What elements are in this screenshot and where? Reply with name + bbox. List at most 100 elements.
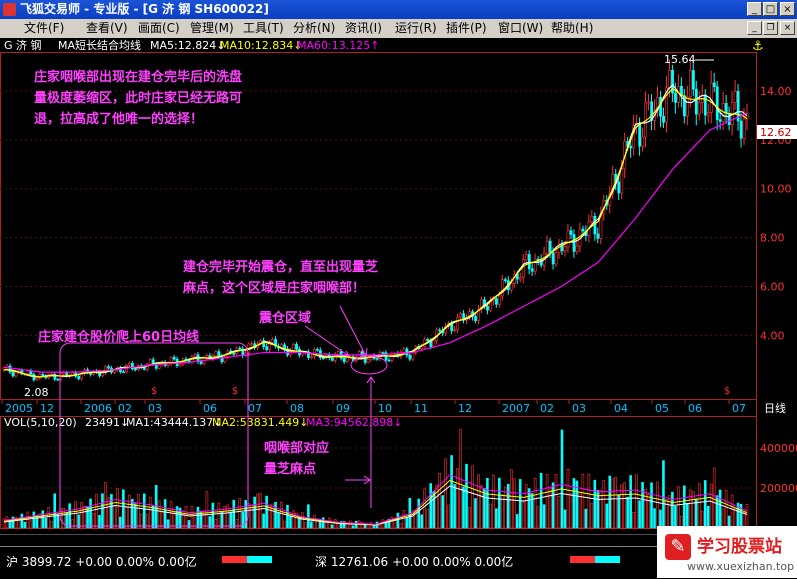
- candle: [727, 112, 731, 125]
- candle: [456, 316, 460, 331]
- menu-screen[interactable]: 画面(C): [138, 19, 180, 38]
- volume-bar: [142, 493, 146, 529]
- volume-bar: [515, 514, 519, 529]
- volume-bar: [122, 489, 125, 529]
- candle: [321, 357, 325, 359]
- candle: [662, 115, 665, 123]
- candle: [495, 298, 498, 305]
- candle: [26, 370, 30, 375]
- sh-index[interactable]: 沪 3899.72 +0.00 0.00% 0.00亿: [6, 553, 197, 570]
- vol-ma1: MA1:43444.137↓: [126, 416, 222, 429]
- candle: [271, 339, 275, 343]
- period-label[interactable]: 日线: [764, 401, 786, 415]
- volume-bar: [274, 501, 277, 529]
- candle: [509, 283, 513, 291]
- candle: [498, 295, 501, 305]
- signal-marker-icon: $: [151, 386, 157, 397]
- mdi-restore-button[interactable]: ❐: [763, 21, 778, 35]
- volume-bar: [53, 493, 57, 529]
- candle: [62, 372, 66, 375]
- menu-plugins[interactable]: 插件(P): [446, 19, 487, 38]
- x-tick-label: 2007: [502, 402, 530, 415]
- close-button[interactable]: ×: [780, 2, 795, 16]
- x-tick-label: 02: [118, 402, 132, 415]
- candle: [459, 313, 463, 318]
- maximize-button[interactable]: □: [763, 2, 778, 16]
- volume-bar: [23, 521, 27, 529]
- signal-marker-icon: $: [724, 386, 730, 397]
- chart-area[interactable]: 14.0012.0010.008.006.004.00400000200000 …: [0, 38, 797, 546]
- y-tick-label: 6.00: [760, 281, 785, 294]
- menu-file[interactable]: 文件(F): [24, 19, 64, 38]
- volume-bar: [253, 496, 256, 529]
- candle: [572, 234, 576, 252]
- y-tick-label: 10.00: [760, 183, 792, 196]
- volume-bar: [674, 505, 677, 529]
- volume-bar: [453, 484, 456, 529]
- candle: [712, 82, 716, 88]
- ma10-value: MA10:12.834↓: [220, 39, 302, 52]
- volume-bar: [429, 483, 433, 529]
- candle: [178, 363, 182, 366]
- candle: [232, 353, 236, 355]
- indicator-name: MA短长结合均线: [58, 38, 141, 52]
- volume-bar: [518, 479, 522, 529]
- candle: [128, 363, 131, 366]
- volume-bar: [405, 517, 409, 529]
- candle: [581, 228, 585, 232]
- mdi-minimize-button[interactable]: _: [747, 21, 762, 35]
- anchor-icon[interactable]: ⚓: [752, 39, 764, 54]
- volume-bar: [110, 494, 113, 529]
- candle: [426, 339, 430, 342]
- app-icon: [3, 3, 16, 16]
- volume-bar: [351, 525, 355, 529]
- volume-bar: [527, 488, 531, 529]
- vol-ma2: MA2:53831.449↓: [212, 416, 308, 429]
- candle: [596, 233, 600, 239]
- menu-help[interactable]: 帮助(H): [551, 19, 593, 38]
- mdi-close-button[interactable]: ×: [780, 21, 795, 35]
- candle: [80, 373, 84, 380]
- candle: [265, 346, 269, 351]
- x-tick-label: 05: [655, 402, 669, 415]
- menu-window[interactable]: 窗口(W): [498, 19, 543, 38]
- volume-bar: [196, 506, 200, 529]
- volume-bar: [321, 517, 325, 529]
- volume-bar: [330, 524, 334, 529]
- candle: [199, 361, 203, 364]
- candle: [342, 357, 346, 362]
- minimize-button[interactable]: _: [747, 2, 762, 16]
- sz-index[interactable]: 深 12761.06 +0.00 0.00% 0.00亿: [315, 553, 513, 570]
- volume-bar: [495, 508, 498, 529]
- candle: [35, 377, 39, 381]
- x-tick-label: 04: [614, 402, 628, 415]
- volume-bar: [163, 499, 167, 529]
- menu-tools[interactable]: 工具(T): [243, 19, 284, 38]
- current-price-tag: 12.62: [757, 125, 797, 139]
- volume-bar: [474, 498, 477, 529]
- volume-bar: [211, 502, 215, 529]
- volume-bar: [718, 489, 722, 529]
- volume-bar: [166, 519, 170, 529]
- candle: [524, 254, 528, 260]
- y-tick-label: 8.00: [760, 232, 785, 245]
- vol-tick-label: 200000: [760, 482, 797, 495]
- candle: [432, 340, 436, 347]
- candle: [107, 366, 110, 369]
- volume-bar: [653, 508, 656, 529]
- candle: [629, 145, 633, 149]
- volume-bar: [441, 495, 444, 529]
- volume-bar: [486, 477, 489, 529]
- menu-info[interactable]: 资讯(I): [345, 19, 382, 38]
- menu-analysis[interactable]: 分析(N): [293, 19, 335, 38]
- menu-view[interactable]: 查看(V): [86, 19, 128, 38]
- menu-run[interactable]: 运行(R): [395, 19, 437, 38]
- volume-bar: [417, 498, 421, 529]
- watermark-title: 学习股票站: [697, 537, 782, 557]
- menu-manage[interactable]: 管理(M): [190, 19, 234, 38]
- volume-bar: [32, 511, 36, 529]
- volume-bar: [35, 515, 39, 529]
- volume-bar: [593, 479, 597, 529]
- candle: [715, 86, 719, 120]
- volume-bar: [483, 488, 486, 529]
